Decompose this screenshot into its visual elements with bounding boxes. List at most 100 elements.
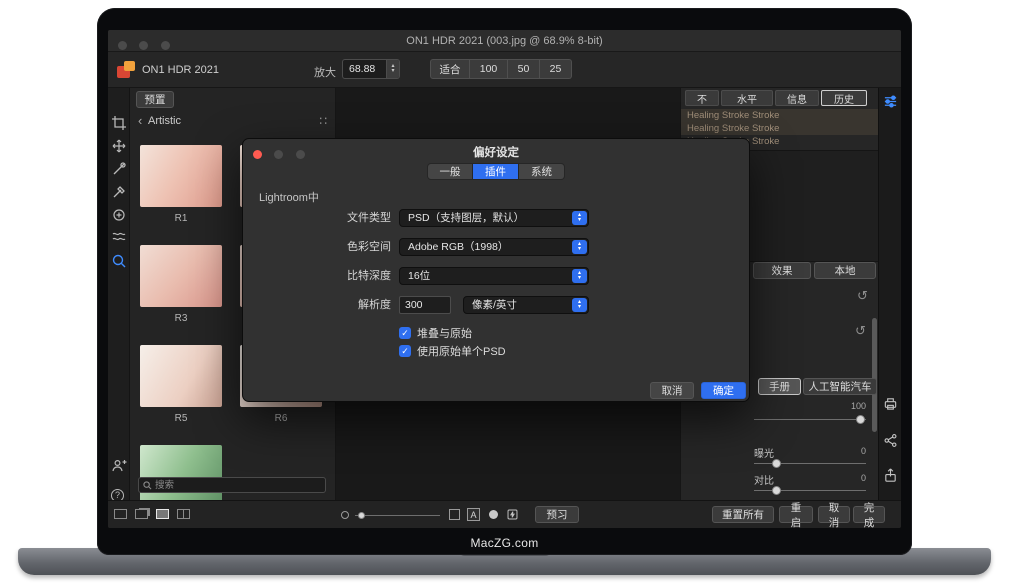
tab-levels[interactable]: 水平: [721, 90, 773, 106]
preview-button[interactable]: 预习: [535, 506, 579, 523]
panel-scrollbar[interactable]: [872, 318, 877, 432]
history-item[interactable]: Healing Stroke Stroke: [681, 109, 878, 122]
dialog-close-button[interactable]: [253, 150, 262, 159]
crop-tool-icon[interactable]: [111, 115, 127, 131]
master-slider-knob[interactable]: [856, 415, 865, 424]
stack-with-original-row: ✓ 堆叠与原始: [399, 325, 472, 341]
dialog-tab-general[interactable]: 一般: [427, 163, 473, 180]
undo-icon[interactable]: ↺: [855, 323, 866, 339]
master-slider[interactable]: [754, 419, 866, 420]
preset-thumbnail[interactable]: [140, 145, 222, 207]
manual-button[interactable]: 手册: [758, 378, 801, 395]
soft-proof-icon[interactable]: [506, 508, 519, 526]
bit-depth-label: 比特深度: [243, 267, 391, 285]
effects-tab-button[interactable]: 效果: [753, 262, 811, 279]
resolution-unit-value: 像素/英寸: [472, 299, 517, 311]
dialog-minimize-button[interactable]: [274, 150, 283, 159]
laptop-bezel: ON1 HDR 2021 (003.jpg @ 68.9% 8-bit) ON1…: [97, 8, 912, 555]
masking-brush-tool-icon[interactable]: [111, 184, 127, 200]
zoom-value-combo[interactable]: 68.88 ▴ ▾: [342, 59, 400, 79]
zoom-fit-button[interactable]: 适合: [430, 59, 470, 79]
restart-button[interactable]: 重启: [779, 506, 813, 523]
export-icon[interactable]: [883, 468, 898, 488]
filmstrip-view-icon[interactable]: [156, 509, 169, 519]
reset-all-button[interactable]: 重置所有: [712, 506, 774, 523]
portrait-face-tool-icon[interactable]: [111, 458, 127, 474]
minimize-window-button[interactable]: [139, 41, 148, 50]
zoom-window-button[interactable]: [161, 41, 170, 50]
search-input[interactable]: [155, 478, 323, 492]
dialog-tab-system[interactable]: 系统: [519, 163, 565, 180]
preset-thumbnail[interactable]: [140, 245, 222, 307]
right-panel-tabs: 不 水平 信息 历史: [685, 90, 867, 106]
bottom-mini-slider-knob[interactable]: [358, 512, 365, 519]
preset-label: R5: [140, 413, 222, 424]
bottom-mini-slider[interactable]: [355, 515, 440, 516]
zoom-stepper[interactable]: ▴ ▾: [386, 60, 399, 78]
use-single-psd-checkbox[interactable]: ✓: [399, 345, 411, 357]
compare-before-after-icon[interactable]: [449, 509, 460, 520]
dialog-tab-plugins[interactable]: 插件: [473, 163, 519, 180]
dialog-cancel-button[interactable]: 取消: [650, 382, 694, 399]
bit-depth-dropdown[interactable]: 16位 ▴ ▾: [399, 267, 589, 285]
done-button[interactable]: 完成: [853, 506, 885, 523]
dialog-section-label: Lightroom中: [259, 189, 319, 205]
help-icon[interactable]: ?: [111, 485, 127, 501]
stack-with-original-checkbox[interactable]: ✓: [399, 327, 411, 339]
zoom-50-button[interactable]: 50: [508, 59, 540, 79]
dual-view-icon[interactable]: [135, 509, 148, 519]
bit-depth-value: 16位: [408, 270, 430, 282]
undo-icon[interactable]: ↺: [857, 288, 868, 304]
preset-category-header[interactable]: ‹ Artistic ∷: [130, 112, 335, 132]
tab-history[interactable]: 历史: [821, 90, 867, 106]
dialog-ok-button[interactable]: 确定: [701, 382, 746, 399]
adjustment-brush-tool-icon[interactable]: [111, 161, 127, 177]
contrast-slider[interactable]: [754, 490, 866, 491]
tab-no[interactable]: 不: [685, 90, 719, 106]
resolution-unit-dropdown[interactable]: 像素/英寸 ▴ ▾: [463, 296, 589, 314]
presets-button[interactable]: 预置: [136, 91, 174, 108]
compare-view-icon[interactable]: [177, 509, 190, 519]
ai-auto-button[interactable]: 人工智能汽车: [803, 378, 877, 395]
bottom-cancel-button[interactable]: 取消: [818, 506, 850, 523]
close-window-button[interactable]: [118, 41, 127, 50]
single-view-icon[interactable]: [114, 509, 127, 519]
grid-view-icon[interactable]: ∷: [319, 114, 327, 128]
zoom-25-button[interactable]: 25: [540, 59, 572, 79]
search-icon: [143, 481, 152, 490]
master-slider-value: 100: [754, 401, 866, 411]
bezel-brand: MacZG.com: [97, 536, 912, 550]
preset-label: R3: [140, 313, 222, 324]
back-chevron-icon[interactable]: ‹: [138, 113, 142, 128]
text-overlay-icon[interactable]: A: [467, 508, 480, 521]
refine-tool-icon[interactable]: [111, 228, 127, 244]
color-space-dropdown[interactable]: Adobe RGB（1998） ▴ ▾: [399, 238, 589, 256]
view-zoom-tool-icon[interactable]: [111, 253, 127, 269]
print-icon[interactable]: [883, 396, 898, 416]
healing-brush-tool-icon[interactable]: [111, 207, 127, 223]
brush-size-icon[interactable]: [341, 511, 349, 519]
exposure-slider[interactable]: [754, 463, 866, 464]
file-type-value: PSD（支持图层，默认）: [408, 212, 524, 224]
exposure-slider-knob[interactable]: [772, 459, 781, 468]
view-mode-group: [114, 509, 190, 519]
file-type-dropdown[interactable]: PSD（支持图层，默认） ▴ ▾: [399, 209, 589, 227]
resolution-input[interactable]: [399, 296, 451, 314]
share-icon[interactable]: [883, 433, 898, 453]
preset-thumbnail[interactable]: [140, 345, 222, 407]
history-item[interactable]: Healing Stroke Stroke: [681, 122, 878, 135]
local-tab-button[interactable]: 本地: [814, 262, 876, 279]
contrast-slider-knob[interactable]: [772, 486, 781, 495]
preset-label: R1: [140, 213, 222, 224]
dialog-zoom-button[interactable]: [296, 150, 305, 159]
zoom-value: 68.88: [349, 63, 375, 75]
tune-sliders-icon[interactable]: [883, 94, 898, 114]
preset-category-name: Artistic: [148, 115, 181, 127]
window-title: ON1 HDR 2021 (003.jpg @ 68.9% 8-bit): [108, 30, 901, 52]
zoom-100-button[interactable]: 100: [470, 59, 508, 79]
stepper-down-icon: ▾: [391, 69, 394, 74]
mask-view-icon[interactable]: [489, 510, 498, 519]
move-tool-icon[interactable]: [111, 138, 127, 154]
contrast-value: 0: [754, 473, 866, 483]
tab-info[interactable]: 信息: [775, 90, 819, 106]
